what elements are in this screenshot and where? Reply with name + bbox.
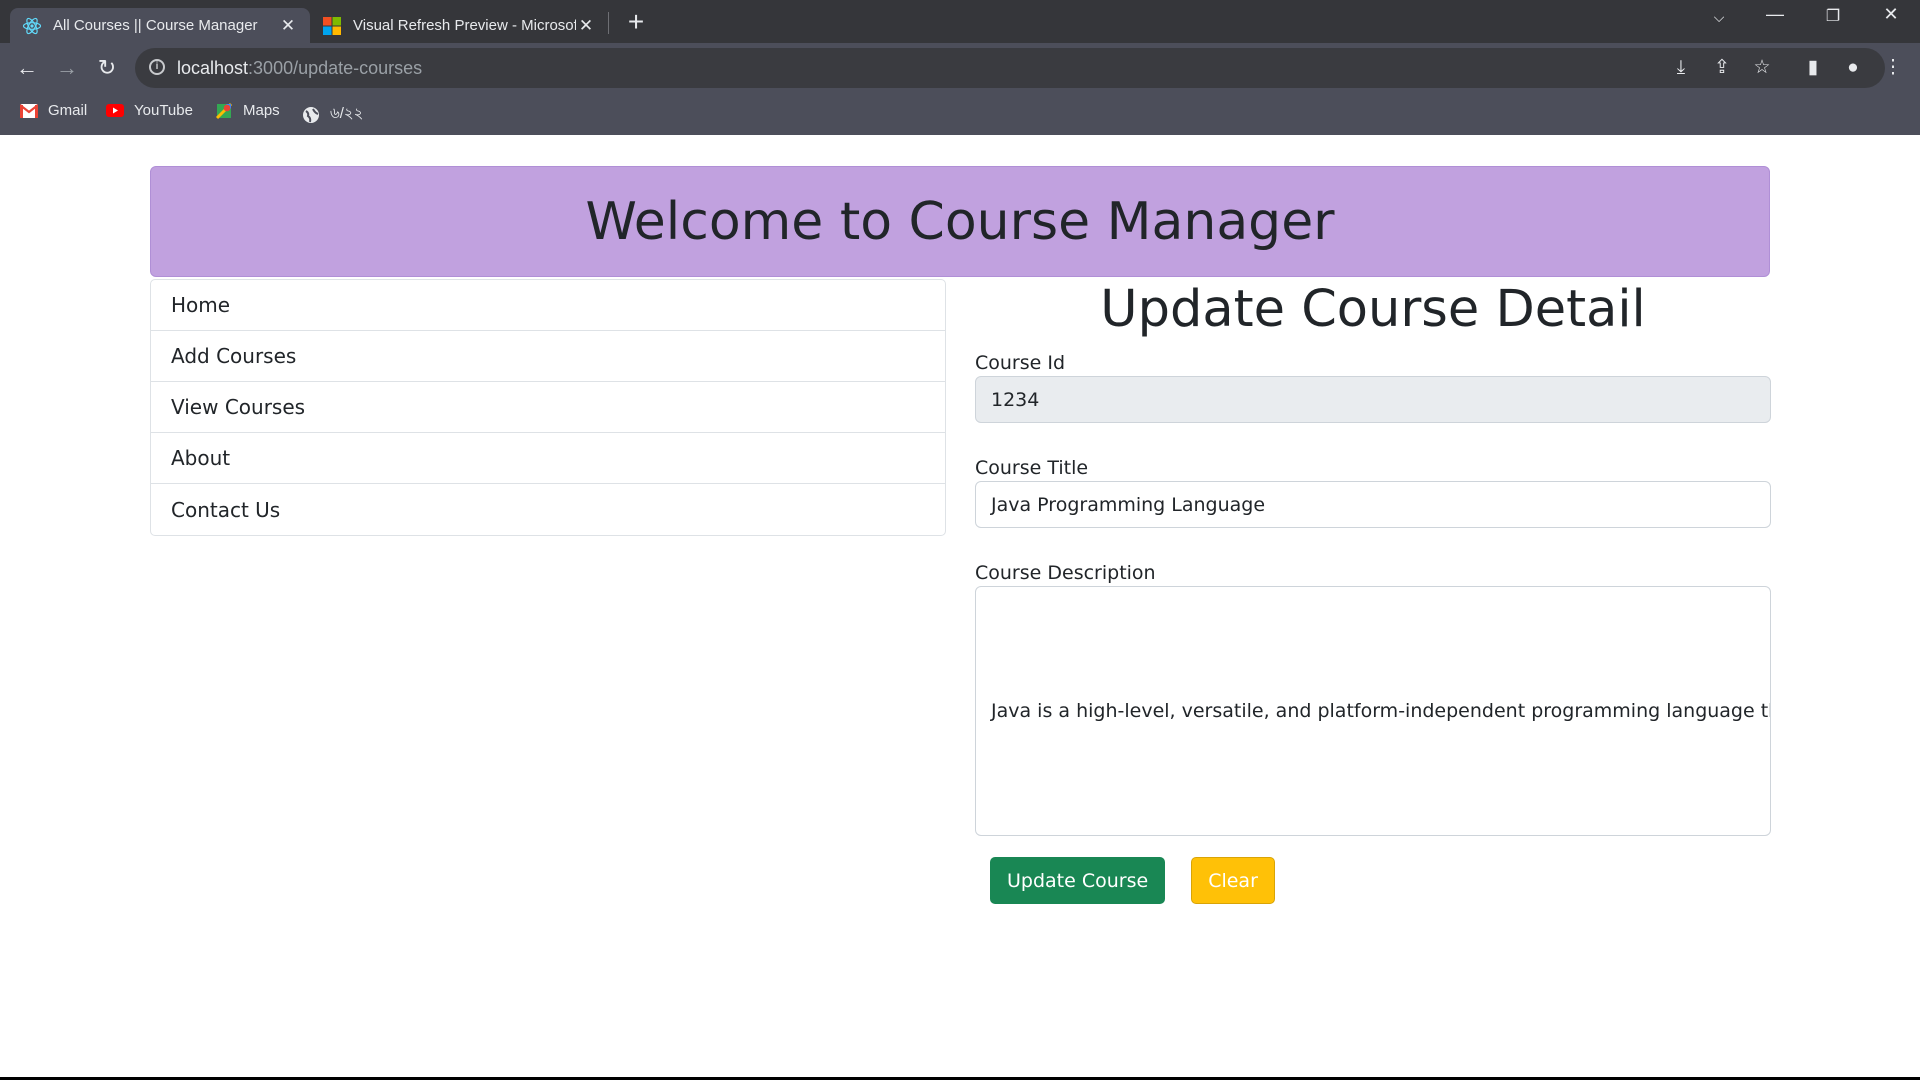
reload-icon[interactable]: ↻ (92, 53, 122, 83)
profile-icon[interactable]: ● (1840, 55, 1866, 81)
maps-icon (215, 102, 233, 119)
menu-item-add-courses[interactable]: Add Courses (151, 331, 945, 382)
close-icon[interactable]: ✕ (576, 16, 596, 36)
tab-visual-refresh[interactable]: Visual Refresh Preview - Microsof ✕ (310, 8, 608, 43)
bookmark-globe[interactable]: ৬/২২ (302, 102, 363, 127)
course-id-label: Course Id (975, 352, 1066, 374)
menu-item-view-courses[interactable]: View Courses (151, 382, 945, 433)
install-icon[interactable]: ⤓ (1668, 55, 1694, 81)
restore-icon[interactable]: ❐ (1818, 6, 1848, 26)
window-close-icon[interactable]: ✕ (1876, 4, 1906, 25)
menu-item-contact-us[interactable]: Contact Us (151, 484, 945, 535)
tab-search-icon[interactable]: ⌵ (1704, 9, 1734, 26)
bookmark-gmail[interactable]: Gmail (20, 102, 87, 119)
share-icon[interactable]: ⇪ (1709, 55, 1735, 81)
update-course-button[interactable]: Update Course (990, 857, 1166, 904)
tab-course-manager[interactable]: All Courses || Course Manager ✕ (10, 8, 310, 43)
course-description-label: Course Description (975, 562, 1156, 584)
minimize-icon[interactable]: — (1760, 4, 1790, 25)
address-bar[interactable]: i localhost:3000/update-courses (135, 48, 1885, 88)
bookmark-label: YouTube (134, 102, 193, 119)
tab-separator (608, 12, 609, 34)
form-heading: Update Course Detail (1100, 280, 1646, 339)
banner-title: Welcome to Course Manager (585, 191, 1335, 252)
bookmark-youtube[interactable]: YouTube (106, 102, 193, 119)
side-menu: Home Add Courses View Courses About Cont… (150, 279, 946, 536)
react-icon (22, 16, 42, 36)
bookmark-label: ৬/২২ (330, 105, 364, 122)
course-title-label: Course Title (975, 457, 1089, 479)
url-host: localhost (177, 58, 249, 78)
update-course-form: Update Course Detail Course Id 1234 Cour… (975, 277, 1771, 904)
forward-arrow-icon[interactable]: → (52, 53, 82, 83)
youtube-icon (106, 103, 124, 119)
course-id-field[interactable]: 1234 (975, 376, 1771, 423)
back-arrow-icon[interactable]: ← (12, 53, 42, 83)
bookmark-label: Gmail (48, 102, 88, 119)
side-panel-icon[interactable]: ▮ (1800, 55, 1826, 81)
bookmark-maps[interactable]: Maps (215, 102, 280, 119)
menu-dots-icon[interactable]: ⋮ (1880, 55, 1906, 81)
tab-title: All Courses || Course Manager (53, 17, 258, 34)
globe-icon (302, 106, 320, 123)
tab-title: Visual Refresh Preview - Microsof (353, 17, 576, 34)
microsoft-icon (322, 16, 342, 36)
browser-toolbar: ← → ↻ i localhost:3000/update-courses ⤓ … (0, 43, 1920, 92)
bookmark-label: Maps (243, 102, 280, 119)
site-info-icon[interactable]: i (149, 59, 165, 75)
page-content: Welcome to Course Manager Home Add Cours… (0, 135, 1920, 1077)
course-description-textarea[interactable]: Java is a high-level, versatile, and pla… (975, 586, 1771, 836)
menu-item-about[interactable]: About (151, 433, 945, 484)
close-icon[interactable]: ✕ (278, 16, 298, 36)
url-path: :3000/update-courses (248, 58, 423, 78)
url-text[interactable]: localhost:3000/update-courses (177, 58, 422, 79)
course-title-field[interactable]: Java Programming Language (975, 481, 1771, 528)
welcome-banner: Welcome to Course Manager (150, 166, 1770, 277)
clear-button[interactable]: Clear (1191, 857, 1275, 904)
bookmarks-bar: Gmail YouTube Maps ৬/২২ (0, 92, 1920, 135)
bookmark-star-icon[interactable]: ☆ (1749, 55, 1775, 81)
new-tab-icon[interactable]: + (624, 6, 648, 38)
gmail-icon (20, 103, 38, 119)
menu-item-home[interactable]: Home (151, 280, 945, 331)
tab-strip: All Courses || Course Manager ✕ Visual R… (0, 0, 1920, 43)
